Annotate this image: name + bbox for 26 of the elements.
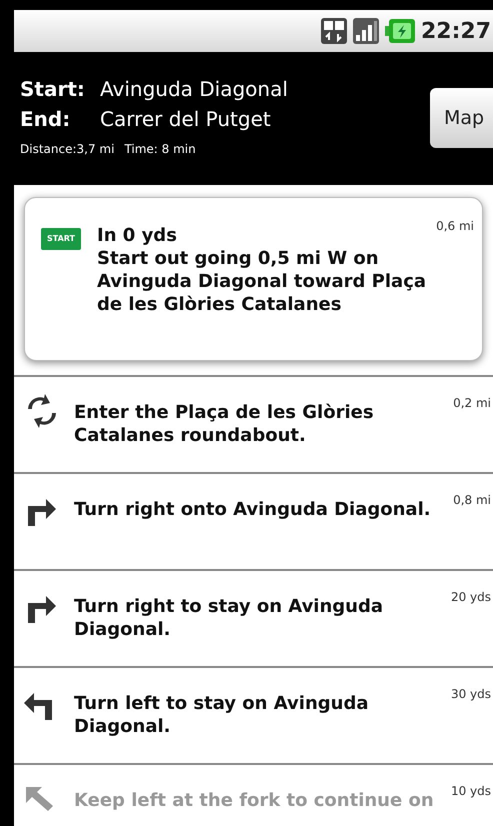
step-distance: 0,8 mi (453, 492, 491, 509)
step-distance: 20 yds (450, 589, 491, 606)
step-distance: 10 yds (450, 783, 491, 800)
end-label: End: (20, 106, 72, 133)
route-distance: Distance:3,7 mi (20, 141, 114, 158)
step-lead: In 0 yds (97, 224, 178, 247)
signal-icon (352, 18, 379, 44)
step-instruction: Turn left to stay on Avinguda Diagonal. (74, 692, 370, 738)
step-distance: 0,6 mi (436, 218, 474, 235)
step-instruction: Turn right onto Avinguda Diagonal. (74, 498, 432, 521)
selected-step-card[interactable]: START In 0 yds Start out going 0,5 mi W on Avinguda Diagonal toward Plaça de les Glòries Catalanes 0,6 mi (24, 197, 483, 361)
step-distance: 30 yds (450, 686, 491, 703)
step-distance: 0,2 mi (453, 395, 491, 412)
step-instruction: Turn right to stay on Avinguda Diagonal. (74, 595, 384, 641)
start-badge: START (41, 228, 81, 250)
map-button[interactable]: Map (430, 88, 493, 148)
clock-time: 22:27 (420, 18, 491, 46)
end-address: Carrer del Putget (100, 106, 271, 133)
mobile-data-icon (320, 18, 347, 44)
step-instruction: Keep left at the fork to continue on (74, 789, 435, 812)
route-time: Time: 8 min (124, 141, 196, 158)
step-instruction: Enter the Plaça de les Glòries Catalanes roundabout. (74, 401, 375, 447)
start-address: Avinguda Diagonal (100, 76, 288, 103)
step-instruction: Start out going 0,5 mi W on Avinguda Diagonal toward Plaça de les Glòries Catalanes (97, 247, 428, 316)
battery-charging-icon (384, 18, 415, 44)
start-label: Start: (20, 76, 86, 103)
